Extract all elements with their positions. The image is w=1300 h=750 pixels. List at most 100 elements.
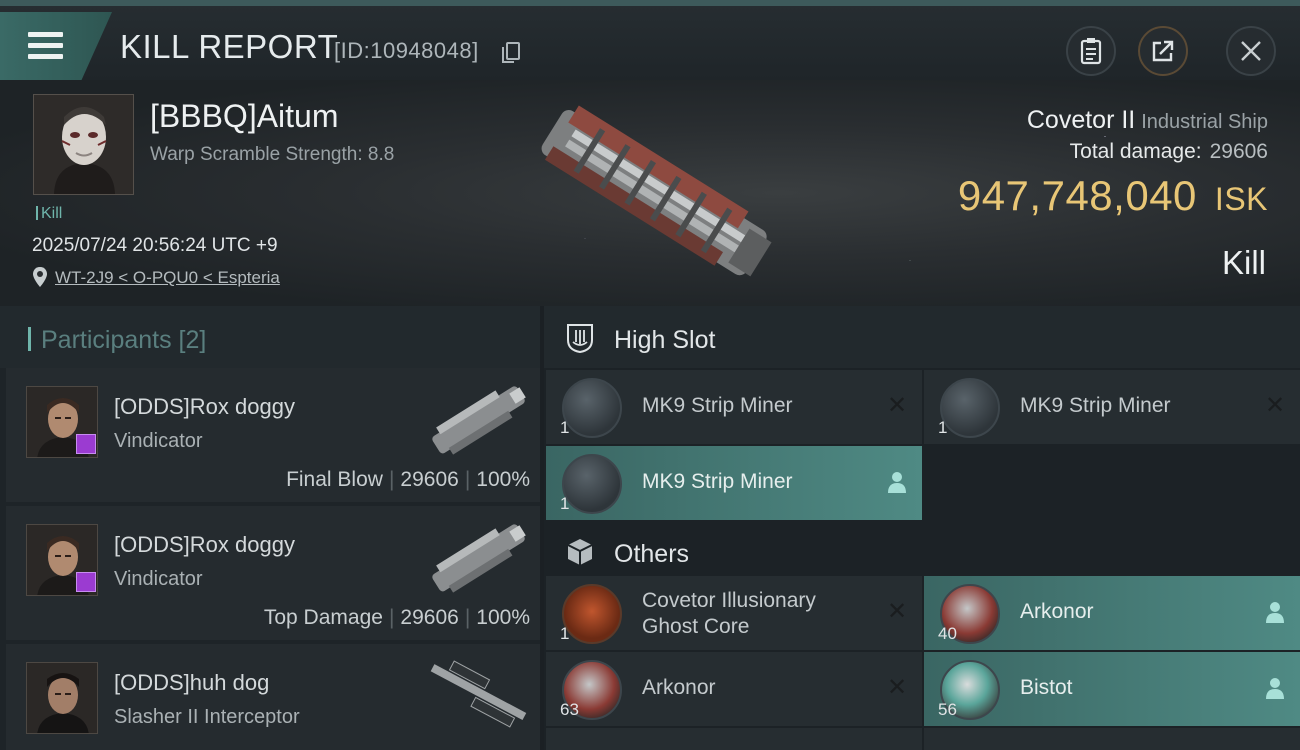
close-button[interactable] (1226, 26, 1276, 76)
participant-name[interactable]: [ODDS]Rox doggy (114, 394, 295, 420)
participant-damage: 29606 (400, 606, 459, 629)
person-icon (1266, 602, 1284, 623)
victim-ship-image (541, 105, 772, 277)
fitting-item[interactable]: 1 MK9 Strip Miner ✕ (546, 370, 922, 444)
high-slot-icon (567, 324, 593, 354)
item-name: MK9 Strip Miner (1020, 394, 1171, 417)
item-name-line1: Covetor Illusionary (642, 589, 816, 612)
fitting-item[interactable]: 56 Bistot (924, 652, 1300, 726)
copy-icon[interactable] (502, 42, 520, 63)
item-quantity: 1 (560, 494, 570, 513)
clipboard-icon (1080, 38, 1102, 65)
participant-ship-image (430, 660, 527, 728)
participant-role: Final Blow (286, 468, 383, 491)
x-icon: ✕ (1264, 392, 1286, 419)
victim-avatar[interactable] (33, 94, 134, 195)
high-slot-header: High Slot (544, 306, 1300, 368)
strip-miner-icon (562, 378, 622, 438)
fitting-item[interactable]: 1 Covetor Illusionary Ghost Core ✕ (546, 576, 922, 650)
victim-ship-name[interactable]: Covetor II Industrial Ship (1027, 106, 1268, 135)
fitting-item[interactable]: 1 MK9 Strip Miner (546, 446, 922, 520)
menu-button[interactable] (0, 12, 112, 82)
share-icon (1152, 40, 1174, 62)
fitting-item[interactable]: 1 MK9 Strip Miner ✕ (924, 370, 1300, 444)
strip-miner-icon (562, 454, 622, 514)
high-slot-label: High Slot (614, 326, 716, 354)
share-button[interactable] (1138, 26, 1188, 76)
clipboard-button[interactable] (1066, 26, 1116, 76)
participant-ship: Vindicator (114, 430, 203, 452)
participant-name[interactable]: [ODDS]Rox doggy (114, 532, 295, 558)
x-icon: ✕ (886, 674, 908, 701)
page-title: KILL REPORT (120, 28, 339, 65)
others-header: Others (544, 520, 1300, 582)
hamburger-icon (28, 32, 63, 65)
item-name: Covetor Illusionary Ghost Core (642, 588, 816, 640)
ship-name-text: Covetor II (1026, 106, 1136, 134)
location-link[interactable]: WT-2J9 < O-PQU0 < Espteria (55, 268, 280, 288)
isk-amount: 947,748,040 (957, 172, 1197, 219)
person-icon (888, 472, 906, 493)
item-name: MK9 Strip Miner (642, 394, 793, 417)
top-bar: KILL REPORT [ID:10948048] (0, 0, 1300, 82)
security-status-badge (76, 434, 96, 454)
kill-tag: Kill (36, 205, 62, 223)
participant-avatar[interactable] (26, 662, 98, 734)
participants-title: Participants [2] (28, 326, 206, 355)
participant-row[interactable]: [ODDS]Rox doggy Vindicator Final Blow | 29… (6, 368, 540, 502)
participant-ship-image (432, 386, 526, 455)
fitting-item[interactable]: 40 Arkonor (924, 576, 1300, 650)
fitting-panel: High Slot 1 MK9 Strip Miner ✕ 1 MK9 Stri… (544, 306, 1300, 750)
isk-value: 947,748,040 ISK (958, 172, 1268, 220)
strip-miner-icon (940, 378, 1000, 438)
item-quantity: 63 (560, 700, 579, 719)
participant-percent: 100% (476, 606, 530, 629)
item-quantity: 40 (938, 624, 957, 643)
participant-stats: Top Damage | 29606 | 100% (263, 606, 530, 629)
item-quantity: 1 (938, 418, 948, 437)
item-quantity: 1 (560, 624, 570, 643)
participant-damage: 29606 (400, 468, 459, 491)
victim-name[interactable]: [BBBQ]Aitum (150, 98, 339, 135)
total-damage: Total damage: 29606 (1070, 140, 1268, 164)
item-name: Arkonor (1020, 600, 1094, 623)
isk-unit: ISK (1214, 181, 1268, 217)
participant-row[interactable]: [ODDS]huh dog Slasher II Interceptor (6, 644, 540, 750)
total-damage-label: Total damage: (1069, 140, 1202, 163)
fitting-item[interactable] (546, 728, 922, 750)
fitting-item[interactable] (924, 728, 1300, 750)
participant-percent: 100% (476, 468, 530, 491)
item-name: Arkonor (642, 676, 716, 699)
x-icon: ✕ (886, 392, 908, 419)
location-pin-icon (33, 267, 47, 287)
victim-panel: [BBBQ]Aitum Warp Scramble Strength: 8.8 … (0, 80, 1300, 306)
participants-panel: Participants [2] [ODDS]Rox doggy Vindica… (0, 306, 540, 750)
item-name: Bistot (1020, 676, 1073, 699)
warp-scramble-strength: Warp Scramble Strength: 8.8 (150, 144, 395, 165)
total-damage-value: 29606 (1209, 140, 1268, 163)
victim-portrait-image (34, 95, 133, 194)
participant-ship: Slasher II Interceptor (114, 706, 300, 728)
ghost-core-icon (562, 584, 622, 644)
participant-row[interactable]: [ODDS]Rox doggy Vindicator Top Damage | 29… (6, 506, 540, 640)
fitting-item[interactable]: 63 Arkonor ✕ (546, 652, 922, 726)
item-name-line2: Ghost Core (642, 615, 750, 638)
kill-result: Kill (1221, 244, 1266, 281)
participant-stats: Final Blow | 29606 | 100% (286, 468, 530, 491)
report-id: [ID:10948048] (334, 38, 479, 63)
close-icon (1241, 41, 1261, 61)
item-quantity: 1 (560, 418, 570, 437)
item-name: MK9 Strip Miner (642, 470, 793, 493)
others-label: Others (614, 540, 690, 568)
participant-portrait-image (27, 663, 97, 733)
person-icon (1266, 678, 1284, 699)
security-status-badge (76, 572, 96, 592)
participants-header: Participants [2] (0, 306, 540, 368)
cube-icon (567, 539, 593, 565)
participant-role: Top Damage (263, 606, 383, 629)
x-icon: ✕ (886, 598, 908, 625)
participant-ship: Vindicator (114, 568, 203, 590)
item-quantity: 56 (938, 700, 957, 719)
kill-datetime: 2025/07/24 20:56:24 UTC +9 (32, 235, 278, 256)
participant-name[interactable]: [ODDS]huh dog (114, 670, 269, 696)
